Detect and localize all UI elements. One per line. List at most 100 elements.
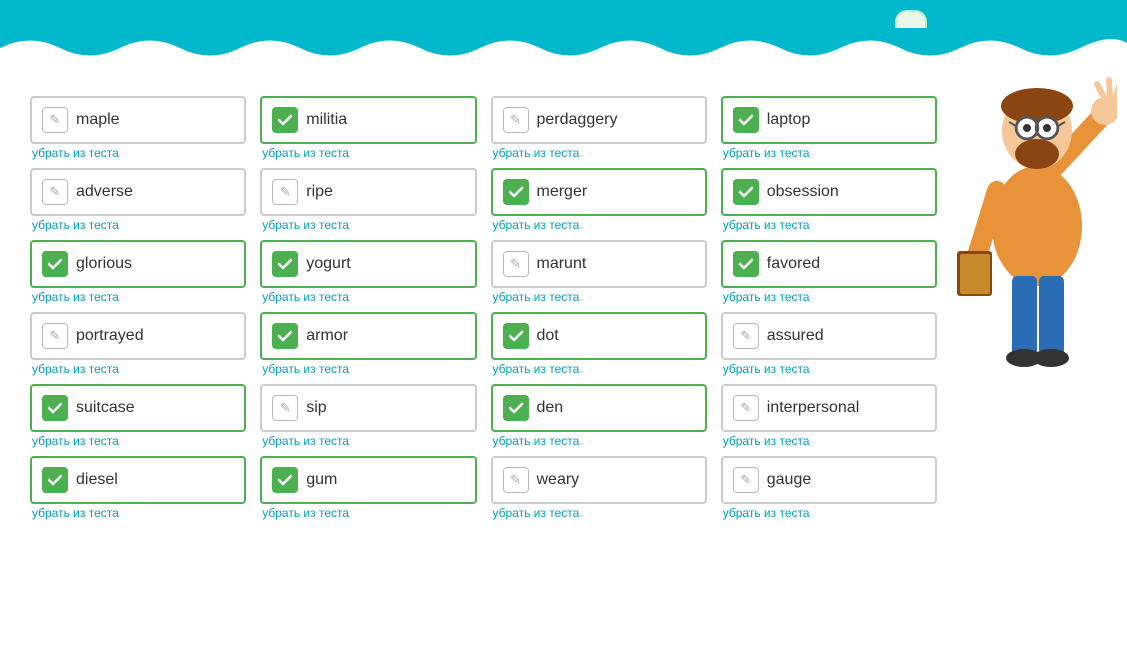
check-icon [272,467,298,493]
pencil-icon [503,467,529,493]
check-icon [42,251,68,277]
word-cell-diesel: diesel убрать из теста [30,456,246,520]
word-text: armor [306,327,348,345]
check-icon [272,251,298,277]
remove-link[interactable]: убрать из теста [260,434,476,448]
word-box-suitcase[interactable]: suitcase [30,384,246,432]
pencil-icon [272,179,298,205]
word-text: gauge [767,471,812,489]
word-text: favored [767,255,820,273]
check-icon [503,179,529,205]
remove-link[interactable]: убрать из теста [491,146,707,160]
check-icon [42,395,68,421]
word-text: obsession [767,183,839,201]
word-text: maple [76,111,120,129]
pencil-icon [733,323,759,349]
word-text: weary [537,471,580,489]
check-icon [733,251,759,277]
word-box-dot[interactable]: dot [491,312,707,360]
character-illustration [947,36,1117,386]
word-box-laptop[interactable]: laptop [721,96,937,144]
word-text: diesel [76,471,118,489]
word-cell-ripe: ripe убрать из теста [260,168,476,232]
word-cell-gum: gum убрать из теста [260,456,476,520]
check-icon [733,179,759,205]
word-text: portrayed [76,327,144,345]
word-cell-laptop: laptop убрать из теста [721,96,937,160]
remove-link[interactable]: убрать из теста [30,362,246,376]
pencil-icon [733,467,759,493]
word-box-yogurt[interactable]: yogurt [260,240,476,288]
remove-link[interactable]: убрать из теста [721,146,937,160]
word-cell-armor: armor убрать из теста [260,312,476,376]
remove-link[interactable]: убрать из теста [721,506,937,520]
word-cell-sip: sip убрать из теста [260,384,476,448]
pencil-icon [42,107,68,133]
word-box-perdaggery[interactable]: perdaggery [491,96,707,144]
remove-link[interactable]: убрать из теста [491,362,707,376]
remove-link[interactable]: убрать из теста [260,506,476,520]
word-box-den[interactable]: den [491,384,707,432]
word-cell-dot: dot убрать из теста [491,312,707,376]
word-text: den [537,399,564,417]
remove-link[interactable]: убрать из теста [30,218,246,232]
word-box-weary[interactable]: weary [491,456,707,504]
word-text: interpersonal [767,399,860,417]
remove-link[interactable]: убрать из теста [30,146,246,160]
check-icon [503,395,529,421]
word-cell-assured: assured убрать из теста [721,312,937,376]
remove-link[interactable]: убрать из теста [260,218,476,232]
word-box-assured[interactable]: assured [721,312,937,360]
remove-link[interactable]: убрать из теста [260,146,476,160]
word-box-merger[interactable]: merger [491,168,707,216]
word-box-obsession[interactable]: obsession [721,168,937,216]
word-cell-glorious: glorious убрать из теста [30,240,246,304]
pencil-icon [503,251,529,277]
word-box-ripe[interactable]: ripe [260,168,476,216]
word-box-glorious[interactable]: glorious [30,240,246,288]
check-icon [503,323,529,349]
remove-link[interactable]: убрать из теста [260,362,476,376]
word-text: militia [306,111,347,129]
pencil-icon [272,395,298,421]
pencil-icon [733,395,759,421]
word-box-adverse[interactable]: adverse [30,168,246,216]
remove-link[interactable]: убрать из теста [491,290,707,304]
remove-link[interactable]: убрать из теста [491,218,707,232]
character-area [947,96,1107,520]
word-box-maple[interactable]: maple [30,96,246,144]
word-cell-favored: favored убрать из теста [721,240,937,304]
word-cell-perdaggery: perdaggery убрать из теста [491,96,707,160]
word-text: perdaggery [537,111,618,129]
word-text: yogurt [306,255,350,273]
remove-link[interactable]: убрать из теста [30,506,246,520]
remove-link[interactable]: убрать из теста [721,290,937,304]
word-box-militia[interactable]: militia [260,96,476,144]
word-box-gauge[interactable]: gauge [721,456,937,504]
remove-link[interactable]: убрать из теста [491,506,707,520]
remove-link[interactable]: убрать из теста [491,434,707,448]
word-box-armor[interactable]: armor [260,312,476,360]
word-text: suitcase [76,399,135,417]
word-cell-portrayed: portrayed убрать из теста [30,312,246,376]
word-box-portrayed[interactable]: portrayed [30,312,246,360]
check-icon [272,323,298,349]
word-box-marunt[interactable]: marunt [491,240,707,288]
word-box-interpersonal[interactable]: interpersonal [721,384,937,432]
remove-link[interactable]: убрать из теста [721,218,937,232]
word-text: assured [767,327,824,345]
pencil-icon [42,179,68,205]
remove-link[interactable]: убрать из теста [30,290,246,304]
remove-link[interactable]: убрать из теста [30,434,246,448]
word-box-gum[interactable]: gum [260,456,476,504]
word-box-diesel[interactable]: diesel [30,456,246,504]
remove-link[interactable]: убрать из теста [721,362,937,376]
word-box-sip[interactable]: sip [260,384,476,432]
pencil-icon [503,107,529,133]
word-cell-yogurt: yogurt убрать из теста [260,240,476,304]
word-box-favored[interactable]: favored [721,240,937,288]
remove-link[interactable]: убрать из теста [260,290,476,304]
check-icon [733,107,759,133]
remove-link[interactable]: убрать из теста [721,434,937,448]
pencil-icon [42,323,68,349]
